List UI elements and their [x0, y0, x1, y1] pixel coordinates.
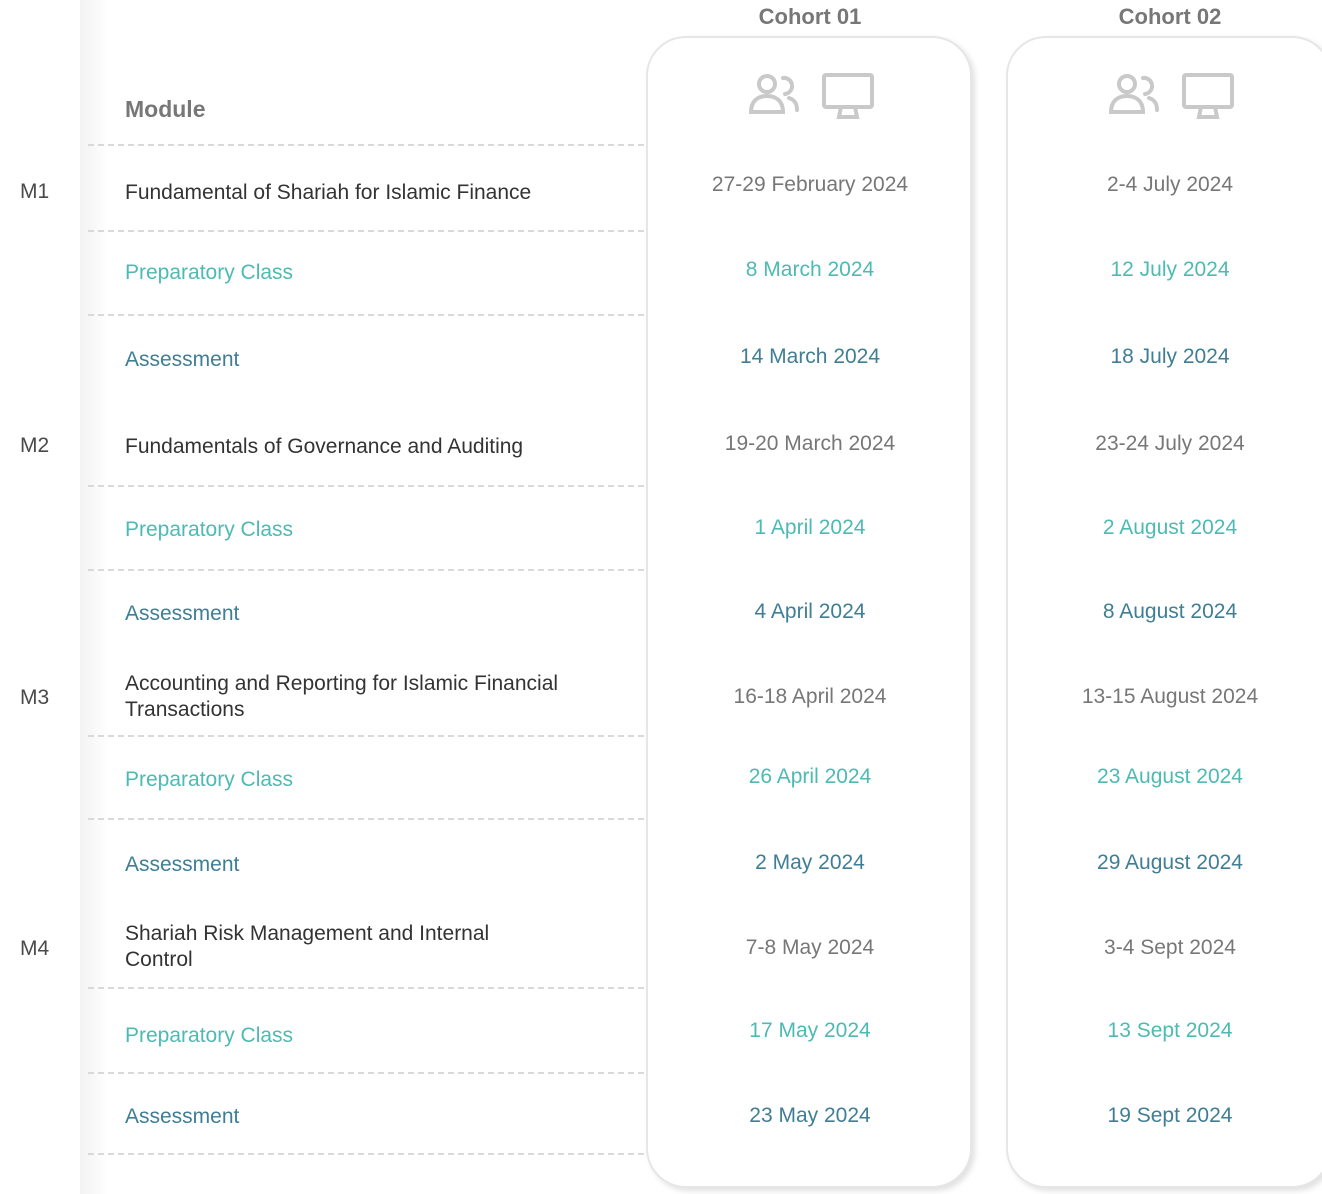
module-title-m4: Shariah Risk Management and Internal Con…: [125, 921, 635, 973]
module-title-m1: Fundamental of Shariah for Islamic Finan…: [125, 181, 532, 204]
m2-assessment-label: Assessment: [125, 602, 240, 625]
m3-assessment-cohort-01-date: 2 May 2024: [755, 851, 865, 874]
m4-prep-cohort-02-date: 13 Sept 2024: [1107, 1019, 1233, 1042]
m2-prep-cohort-01-date: 1 April 2024: [754, 516, 866, 539]
module-title-m3-line-2: Transactions: [125, 698, 245, 721]
row-divider: [88, 1072, 644, 1074]
cohort-01-icons: [646, 72, 974, 120]
row-divider: [88, 1153, 644, 1155]
m2-cohort-01-date: 19-20 March 2024: [724, 432, 896, 455]
module-column-header: Module: [125, 96, 206, 122]
m4-cohort-01-date: 7-8 May 2024: [745, 936, 875, 959]
module-title-m4-line-1: Shariah Risk Management and Internal: [125, 922, 490, 945]
row-divider: [88, 144, 644, 146]
m3-cohort-02-date: 13-15 August 2024: [1081, 685, 1259, 708]
m4-assessment-cohort-02-date: 19 Sept 2024: [1107, 1104, 1233, 1127]
m1-prep-cohort-02-date: 12 July 2024: [1110, 258, 1230, 281]
m1-cohort-01-date: 27-29 February 2024: [711, 173, 909, 196]
m2-cohort-02-date: 23-24 July 2024: [1095, 432, 1245, 455]
m4-prep-cohort-01-date: 17 May 2024: [749, 1019, 871, 1042]
m2-prep-cohort-02-date: 2 August 2024: [1102, 516, 1238, 539]
row-divider: [88, 818, 644, 820]
m1-prep-cohort-01-date: 8 March 2024: [745, 258, 875, 281]
cohort-01-title: Cohort 01: [758, 4, 862, 29]
row-divider: [88, 230, 644, 232]
m3-assessment-label: Assessment: [125, 853, 240, 876]
m1-assessment-label: Assessment: [125, 348, 240, 371]
m1-assessment-cohort-02-date: 18 July 2024: [1110, 345, 1230, 368]
cohort-02-icons: [1006, 72, 1322, 120]
m1-prep-label: Preparatory Class: [125, 261, 294, 284]
m3-assessment-cohort-02-date: 29 August 2024: [1097, 851, 1243, 874]
module-code-m4: M4: [20, 937, 50, 960]
row-divider: [88, 569, 644, 571]
m4-prep-label: Preparatory Class: [125, 1024, 294, 1047]
m2-prep-label: Preparatory Class: [125, 518, 294, 541]
left-shadow: [80, 0, 108, 1194]
row-divider: [88, 735, 644, 737]
m3-prep-cohort-02-date: 23 August 2024: [1097, 765, 1243, 788]
m2-assessment-cohort-02-date: 8 August 2024: [1102, 600, 1238, 623]
m4-assessment-label: Assessment: [125, 1105, 240, 1128]
module-code-m1: M1: [20, 180, 50, 203]
m4-assessment-cohort-01-date: 23 May 2024: [749, 1104, 871, 1127]
row-divider: [88, 314, 644, 316]
group-icon: [1108, 74, 1159, 114]
cohort-02-title: Cohort 02: [1118, 4, 1222, 29]
m1-assessment-cohort-01-date: 14 March 2024: [739, 345, 881, 368]
m1-cohort-02-date: 2-4 July 2024: [1106, 173, 1234, 196]
m3-prep-cohort-01-date: 26 April 2024: [748, 765, 872, 788]
monitor-icon: [1182, 73, 1234, 119]
monitor-icon: [822, 73, 874, 119]
module-title-m3: Accounting and Reporting for Islamic Fin…: [125, 671, 635, 723]
module-title-m2: Fundamentals of Governance and Auditing: [125, 435, 524, 458]
module-title-m3-line-1: Accounting and Reporting for Islamic Fin…: [125, 672, 559, 695]
group-icon: [748, 74, 799, 114]
m4-cohort-02-date: 3-4 Sept 2024: [1104, 936, 1236, 959]
m3-cohort-01-date: 16-18 April 2024: [733, 685, 887, 708]
module-title-m4-line-2: Control: [125, 948, 193, 971]
module-code-m3: M3: [20, 686, 50, 709]
row-divider: [88, 485, 644, 487]
row-divider: [88, 987, 644, 989]
module-code-m2: M2: [20, 434, 50, 457]
m2-assessment-cohort-01-date: 4 April 2024: [754, 600, 866, 623]
m3-prep-label: Preparatory Class: [125, 768, 294, 791]
